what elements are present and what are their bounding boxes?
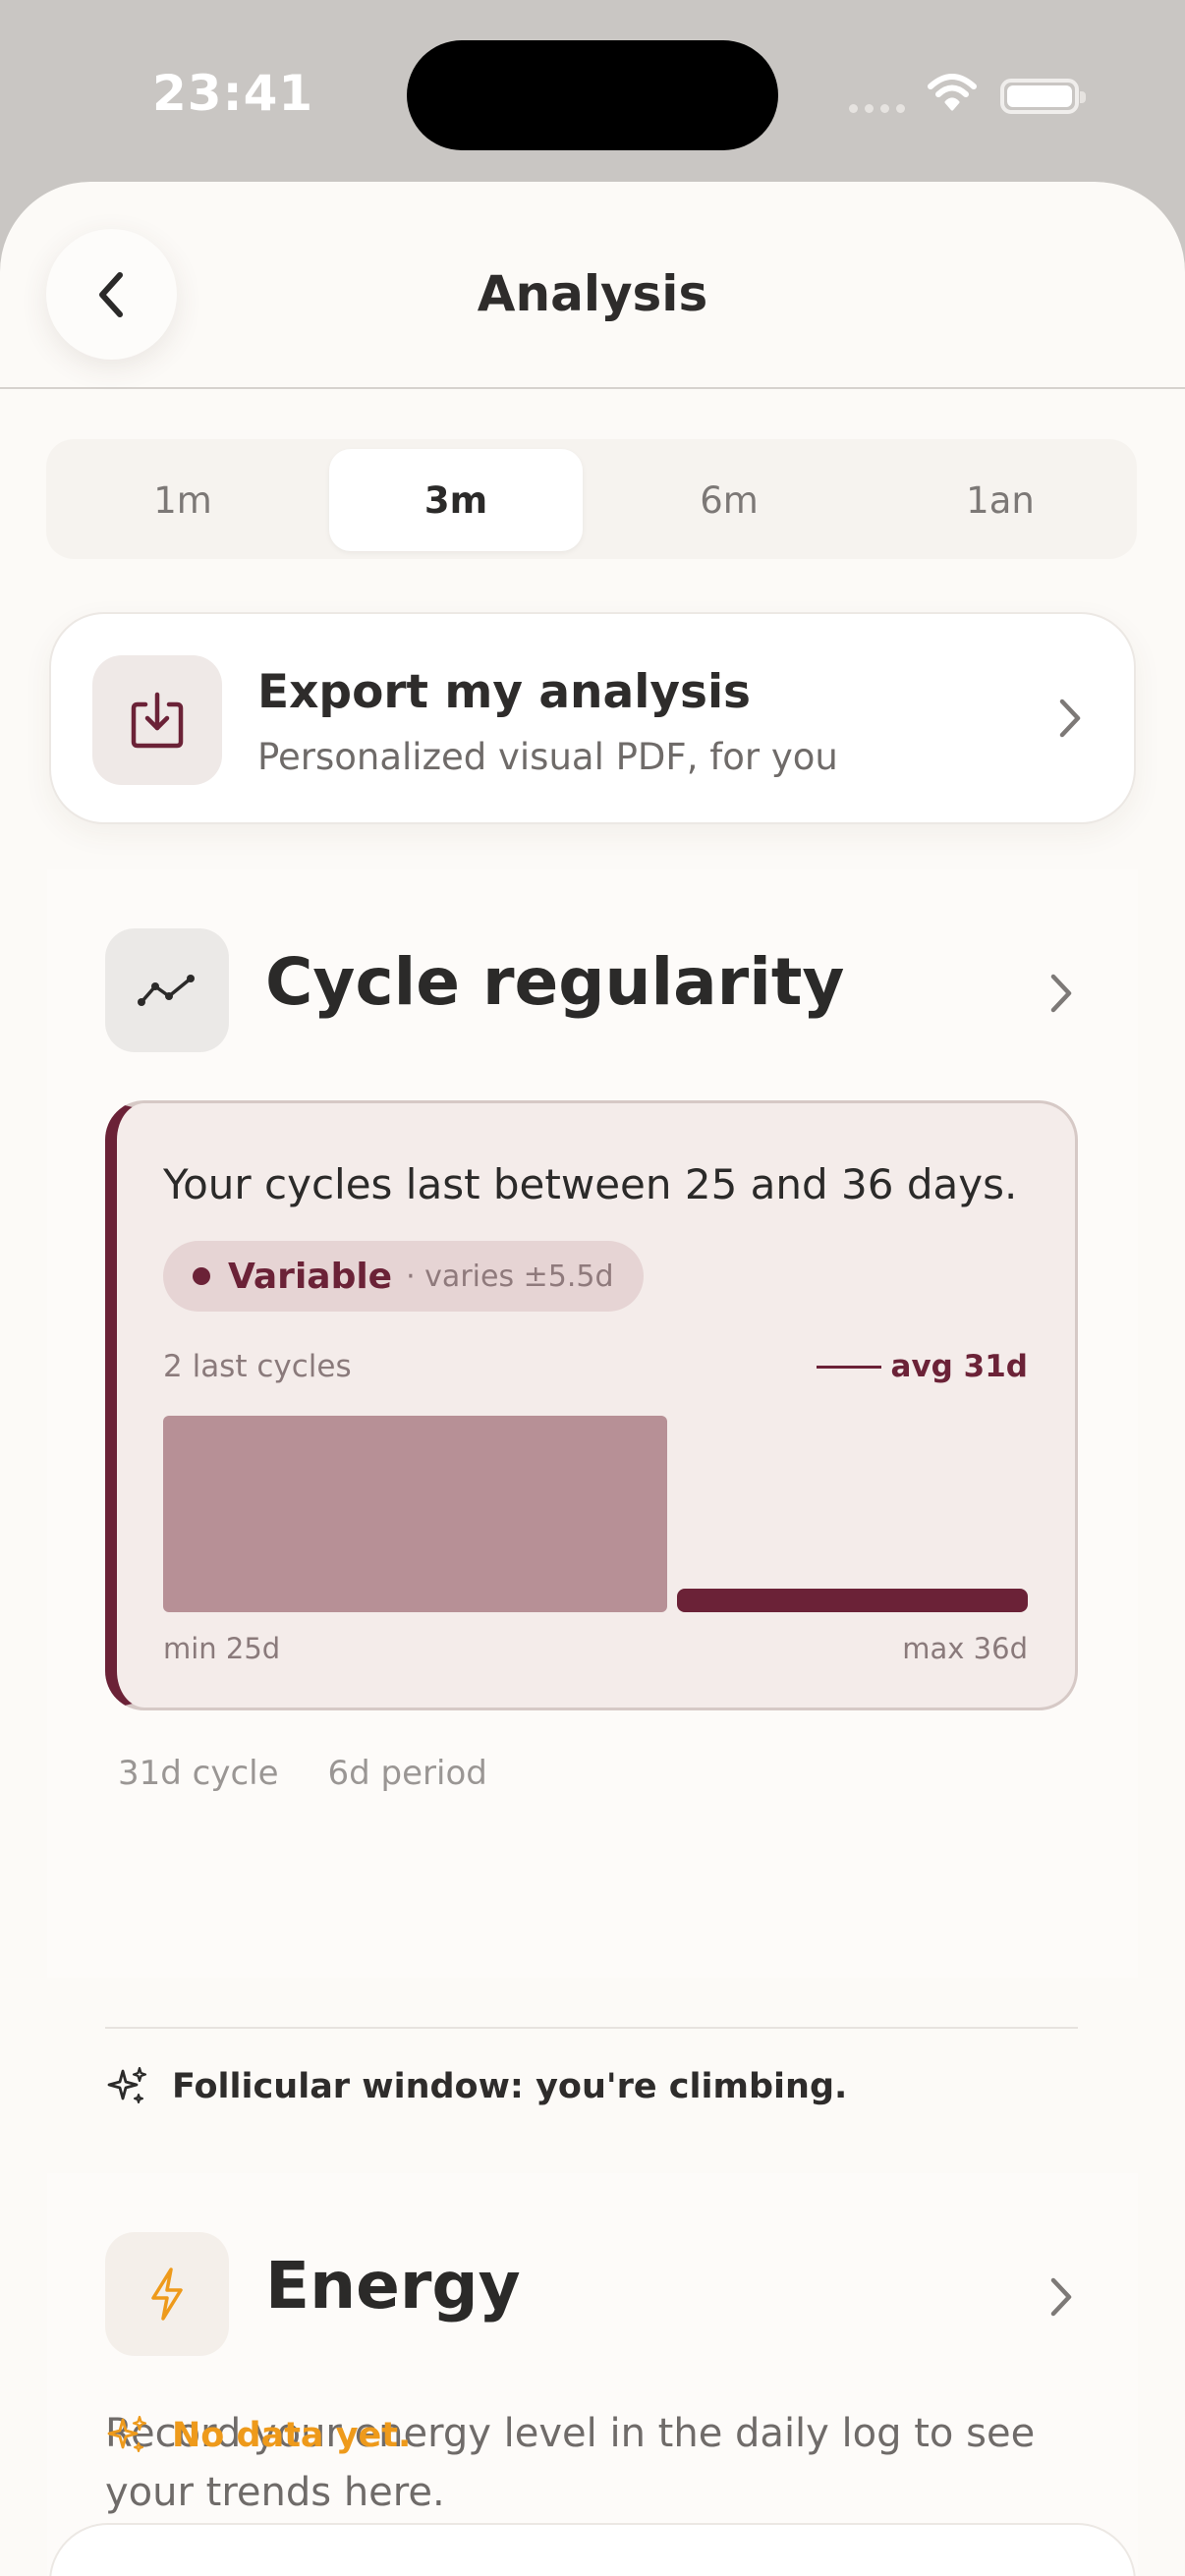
cycle-stats: 31d cycle 6d period [118, 1754, 487, 1793]
min-label: min 25d [163, 1632, 281, 1665]
energy-card: Energy Record your energy level in the d… [47, 2173, 1138, 2576]
chart-caption: 2 last cycles [163, 1349, 352, 1384]
export-icon-container [92, 655, 222, 785]
average-line-icon [816, 1365, 881, 1369]
cycle-bar-chart [163, 1416, 1028, 1612]
page-title: Analysis [477, 265, 708, 322]
energy-insight-text: No data yet. [172, 2416, 412, 2455]
period-3m[interactable]: 3m [329, 449, 583, 551]
energy-icon-container [105, 2232, 229, 2356]
period-1an[interactable]: 1an [874, 449, 1127, 551]
cycle-bar [163, 1416, 668, 1612]
cycle-range-headline: Your cycles last between 25 and 36 days. [163, 1160, 1018, 1208]
status-bar: 23:41 [0, 0, 1185, 182]
cycle-bar [677, 1589, 1028, 1612]
download-icon [131, 692, 184, 749]
chevron-right-icon [1059, 699, 1081, 738]
cycle-insight-text: Follicular window: you're climbing. [172, 2067, 848, 2106]
next-section-card [49, 2523, 1136, 2576]
cycle-regularity-title: Cycle regularity [265, 944, 845, 1020]
cycle-regularity-chevron-icon[interactable] [1048, 972, 1074, 1015]
cycle-insight: Follicular window: you're climbing. [105, 2065, 847, 2108]
status-label: Variable [228, 1256, 393, 1297]
trend-icon-container [105, 928, 229, 1052]
status-note: · varies ±5.5d [406, 1259, 614, 1294]
export-subtitle: Personalized visual PDF, for you [257, 736, 838, 778]
wifi-icon [928, 74, 977, 111]
status-time: 23:41 [152, 65, 314, 122]
cycle-length-stat: 31d cycle [118, 1754, 279, 1793]
average-legend: avg 31d [816, 1349, 1028, 1384]
regularity-status-badge: Variable · varies ±5.5d [163, 1241, 644, 1312]
divider [105, 2027, 1078, 2029]
sparkles-icon [107, 2066, 147, 2103]
average-label: avg 31d [890, 1349, 1028, 1384]
analysis-sheet: Analysis 1m 3m 6m 1an Export my analysis… [0, 182, 1185, 2576]
battery-icon [1000, 79, 1086, 114]
max-label: max 36d [902, 1632, 1028, 1665]
cycle-range-panel: Your cycles last between 25 and 36 days.… [105, 1100, 1078, 1710]
status-dot-icon [193, 1267, 210, 1285]
dynamic-island [407, 40, 778, 150]
cycle-regularity-card: Cycle regularity Your cycles last betwee… [47, 869, 1138, 2106]
export-title: Export my analysis [257, 665, 752, 719]
period-length-stat: 6d period [327, 1754, 487, 1793]
sparkles-icon [107, 2415, 147, 2452]
period-1m[interactable]: 1m [56, 449, 310, 551]
export-analysis-button[interactable]: Export my analysis Personalized visual P… [49, 612, 1136, 824]
energy-title: Energy [265, 2248, 521, 2324]
period-6m[interactable]: 6m [602, 449, 856, 551]
trend-line-icon [138, 975, 195, 1006]
navigation-bar: Analysis [0, 182, 1185, 389]
lightning-icon [151, 2268, 183, 2321]
energy-insight: No data yet. [105, 2414, 411, 2457]
energy-chevron-icon[interactable] [1048, 2275, 1074, 2319]
period-selector: 1m 3m 6m 1an [46, 439, 1137, 559]
